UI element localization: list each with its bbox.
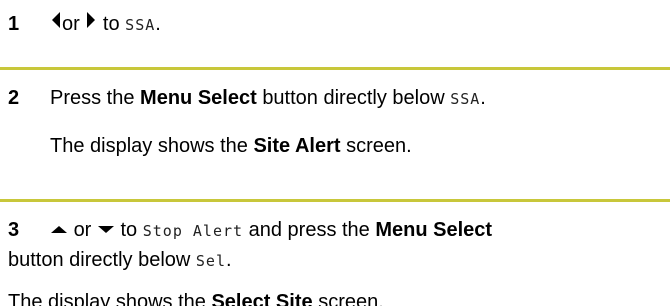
step-number-2: 2 <box>8 87 20 109</box>
step-2-display-shows: The display shows the <box>50 135 248 157</box>
step-3-and-press: and press the <box>248 219 370 241</box>
step-2-directly-below: button directly below <box>262 87 445 109</box>
step-separator <box>0 199 670 202</box>
step-2-target: SSA <box>450 90 481 108</box>
step-number-3: 3 <box>8 219 20 241</box>
step-3-result: The display shows the Select Site screen… <box>8 290 384 306</box>
step-2-instruction: Press the Menu Select button directly be… <box>50 86 486 111</box>
step-3-display-shows: The display shows the <box>8 291 206 306</box>
step-1-to: to <box>102 13 120 35</box>
step-3-to: to <box>120 219 138 241</box>
step-3-target: Stop Alert <box>142 222 244 240</box>
step-3-menu-select: Menu Select <box>375 219 493 241</box>
up-arrow-icon <box>50 217 68 241</box>
down-arrow-icon <box>97 217 115 241</box>
step-2-menu-select: Menu Select <box>140 87 257 109</box>
step-2-screen: screen. <box>346 135 412 157</box>
step-separator <box>0 67 670 70</box>
step-1-or: or <box>62 13 80 35</box>
left-arrow-icon <box>50 11 62 35</box>
step-3-period: . <box>225 249 232 271</box>
step-3-screen-name: Select Site <box>211 291 313 306</box>
step-3-instruction-line-2: button directly below Sel. <box>8 248 232 273</box>
step-3-instruction-line-1: or to Stop Alert and press the Menu Sele… <box>50 218 492 243</box>
step-2-screen-name: Site Alert <box>253 135 341 157</box>
step-2-press: Press the <box>50 87 135 109</box>
step-3-screen: screen. <box>318 291 384 306</box>
step-1-period: . <box>155 13 161 35</box>
step-1-text: or to SSA. <box>50 11 161 37</box>
right-arrow-icon <box>85 11 97 35</box>
step-3-sel: Sel <box>195 252 226 270</box>
step-3-or: or <box>73 219 92 241</box>
step-2-result: The display shows the Site Alert screen. <box>50 134 412 158</box>
step-1-target: SSA <box>125 16 156 34</box>
step-3-directly-below: button directly below <box>8 249 191 271</box>
step-number-1: 1 <box>8 13 20 35</box>
step-2-period: . <box>480 87 486 109</box>
